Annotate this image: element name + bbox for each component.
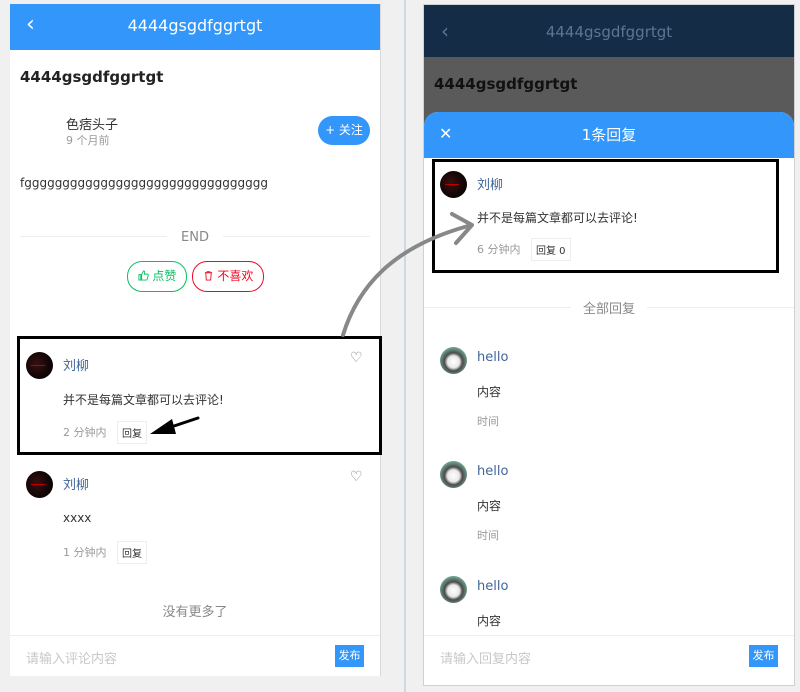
curved-arrow xyxy=(341,224,470,337)
annotation-arrows xyxy=(150,212,474,434)
pointer-arrowhead xyxy=(150,419,176,434)
